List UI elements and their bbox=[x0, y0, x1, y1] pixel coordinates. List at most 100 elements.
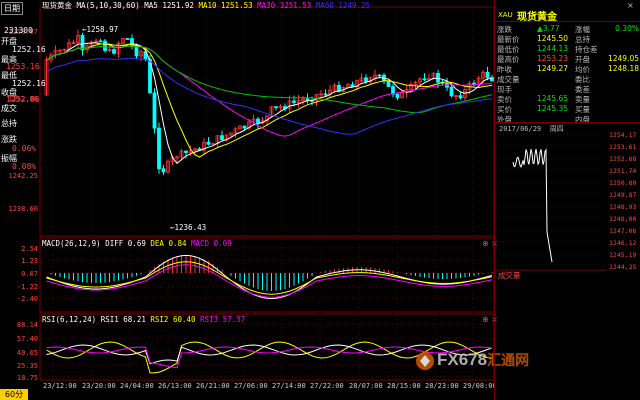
quote-row: 最高价 1253.23 开盘 1249.05 bbox=[497, 54, 639, 64]
fx678-logo-icon bbox=[416, 352, 434, 370]
x-axis-label: 24/04:00 bbox=[120, 382, 154, 390]
candle-body bbox=[157, 127, 161, 170]
mini-axis-label: 1252.68 bbox=[609, 155, 636, 163]
volume-label: 成交 bbox=[1, 104, 17, 113]
ma5-label: MA5 bbox=[144, 1, 158, 10]
x-axis-label: 27/14:00 bbox=[272, 382, 306, 390]
rsi1-label: RSI1 bbox=[100, 315, 119, 324]
candle-body bbox=[274, 106, 278, 109]
main-chart-header: 现货黄金 MA(5,10,30,60) MA5 1251.92 MA10 125… bbox=[42, 0, 370, 11]
macd-header: MACD(26,12,9) DIFF 0.69 DEA 0.84 MACD 0.… bbox=[42, 239, 232, 248]
quote-row: 涨跌 ▲3.77 涨幅 0.30% bbox=[497, 24, 639, 34]
high-annotation: ←1258.97 bbox=[82, 25, 119, 34]
left-info-column: 日期 231300 开盘 1252.16 最高 1253.16 最低 1252.… bbox=[0, 0, 46, 390]
candle-body bbox=[206, 141, 211, 145]
quote-row: 卖价 1245.65 卖量 bbox=[497, 94, 639, 104]
close-panel-icon[interactable]: × bbox=[627, 1, 634, 10]
x-axis-label: 28/23:00 bbox=[425, 382, 459, 390]
candlestick-series bbox=[44, 29, 494, 176]
macd-macd-value: 0.09 bbox=[213, 239, 232, 248]
x-axis-label: 26/13:00 bbox=[158, 382, 192, 390]
candle-body bbox=[485, 71, 490, 78]
macd-lines bbox=[46, 254, 493, 300]
quote-panel-header: XAU 现货黄金 × bbox=[495, 0, 640, 23]
candle-body bbox=[449, 86, 454, 97]
ma10-value: 1251.53 bbox=[221, 1, 253, 10]
mini-axis-label: 1250.80 bbox=[609, 179, 636, 187]
mini-axis-label: 1253.61 bbox=[609, 143, 636, 151]
mini-axis-label: 1248.00 bbox=[609, 215, 636, 223]
mini-axis-label: 1249.87 bbox=[609, 191, 636, 199]
amp-value: 0.08% bbox=[12, 162, 37, 171]
fx678-watermark: FX678汇通网 bbox=[415, 342, 529, 378]
mini-axis-label: 1254.17 bbox=[609, 132, 636, 139]
rsi3-value: 57.37 bbox=[222, 315, 246, 324]
macd-diff-label: DIFF bbox=[105, 239, 124, 248]
candle-body bbox=[364, 77, 368, 83]
candle-body bbox=[112, 49, 116, 54]
candle-body bbox=[256, 118, 260, 124]
quote-value: ▲3.77 bbox=[537, 24, 560, 33]
mini-axis-label: 1246.12 bbox=[609, 239, 636, 247]
rsi-header: RSI(6,12,24) RSI1 68.21 RSI2 60.40 RSI3 … bbox=[42, 315, 245, 324]
rsi2-label: RSI2 bbox=[150, 315, 169, 324]
candle-body bbox=[184, 150, 188, 153]
hold-label: 总持 bbox=[1, 119, 17, 128]
candle-body bbox=[80, 35, 85, 51]
period-selector-button[interactable]: 60分 bbox=[0, 389, 28, 400]
quote-value-2: 1249.05 bbox=[607, 54, 639, 63]
quote-value: 1245.65 bbox=[537, 94, 569, 103]
macd-diff-value: 0.69 bbox=[127, 239, 146, 248]
x-axis-label: 23/12:00 bbox=[43, 382, 77, 390]
quote-row: 最低价 1244.13 持仓差 bbox=[497, 44, 639, 54]
candle-body bbox=[161, 168, 166, 173]
ma10-line bbox=[46, 43, 493, 158]
candle-body bbox=[377, 74, 382, 77]
watermark-text: FX678 bbox=[437, 350, 488, 369]
low-annotation: ←1236.43 bbox=[170, 223, 207, 232]
low-value: 1252.16 bbox=[12, 79, 46, 88]
x-axis-label: 28/07:00 bbox=[349, 382, 383, 390]
quote-value-2: 1248.18 bbox=[607, 64, 639, 73]
ma-params: MA(5,10,30,60) bbox=[76, 1, 140, 10]
divider bbox=[495, 122, 640, 123]
intraday-minichart: 1254.17 1253.61 1252.68 1251.74 1250.80 1249.… bbox=[495, 132, 636, 271]
candle-body bbox=[458, 95, 463, 99]
macd-macd-label: MACD bbox=[191, 239, 210, 248]
mini-axis-label: 1244.25 bbox=[609, 263, 636, 271]
ma5-value: 1251.92 bbox=[162, 1, 194, 10]
candle-body bbox=[152, 92, 157, 129]
mini-axis-label: 1248.93 bbox=[609, 203, 636, 211]
date-value: 231300 bbox=[4, 26, 33, 35]
quote-value: 1245.50 bbox=[537, 34, 569, 43]
candle-body bbox=[436, 72, 440, 83]
symbol-name: 现货黄金 bbox=[517, 12, 557, 23]
candle-body bbox=[395, 93, 400, 99]
ma60-value: 1249.25 bbox=[338, 1, 371, 10]
change-value: 0.06% bbox=[12, 144, 37, 153]
quote-row: 成交量 委比 bbox=[497, 74, 639, 84]
x-axis-label: 23/20:00 bbox=[82, 382, 116, 390]
x-axis-label: 28/15:00 bbox=[387, 382, 421, 390]
kline-chart[interactable]: 1258.971252.861242.251238.602.541.230.07… bbox=[0, 0, 494, 400]
quote-value: 1244.13 bbox=[537, 44, 569, 53]
x-axis-label: 29/08:00 bbox=[463, 382, 494, 390]
mini-axis-label: 1245.19 bbox=[609, 251, 636, 259]
quote-row: 现手 委差 bbox=[497, 84, 639, 94]
macd-dea-label: DEA bbox=[150, 239, 164, 248]
candle-body bbox=[242, 125, 247, 129]
quote-value: 1253.23 bbox=[537, 54, 569, 63]
rsi2-value: 60.40 bbox=[172, 315, 196, 324]
ma-long-line bbox=[46, 57, 493, 135]
date-title: 日期 bbox=[1, 2, 23, 15]
macd-diff-line bbox=[46, 254, 493, 300]
symbol-code: XAU bbox=[498, 11, 513, 19]
rsi3-label: RSI3 bbox=[200, 315, 219, 324]
quote-row: 最新价 1245.50 总持 bbox=[497, 34, 639, 44]
quote-panel: XAU 现货黄金 × 涨跌 ▲3.77 涨幅 0.30% 最新价 1245.50 总持 最低价… bbox=[494, 0, 640, 400]
quote-value: 1245.35 bbox=[537, 104, 569, 113]
x-axis-label: 26/21:00 bbox=[196, 382, 230, 390]
candle-body bbox=[220, 135, 224, 141]
candle-body bbox=[422, 78, 427, 81]
candle-body bbox=[386, 80, 391, 88]
